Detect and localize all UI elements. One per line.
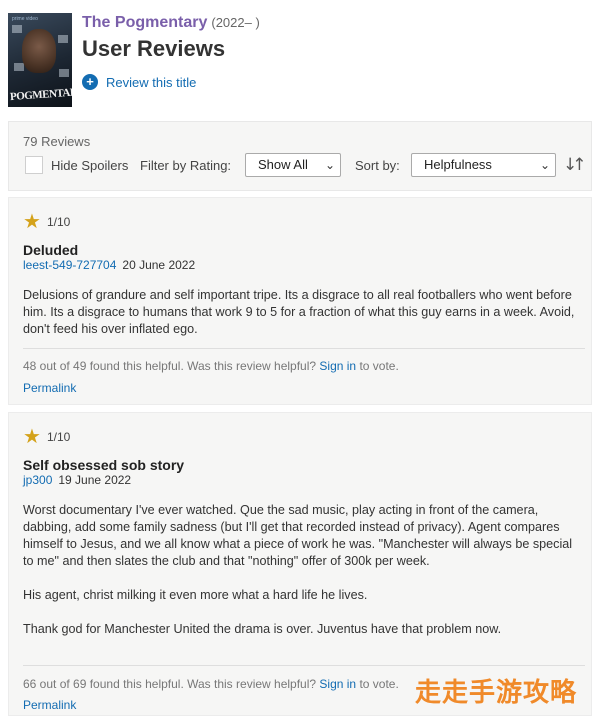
review-card: ★ 1/10 Deluded leest-549-727704 20 June 2… — [8, 197, 592, 405]
review-body: Delusions of grandure and self important… — [23, 287, 583, 355]
filter-panel: 79 Reviews Hide Spoilers Filter by Ratin… — [8, 121, 592, 191]
permalink-link[interactable]: Permalink — [23, 381, 76, 395]
review-paragraph: Worst documentary I've ever watched. Que… — [23, 503, 573, 568]
sort-direction-icon[interactable]: ↓↑ — [563, 155, 586, 175]
review-paragraph: Delusions of grandure and self important… — [23, 288, 575, 336]
filter-by-rating-label: Filter by Rating: — [140, 158, 232, 173]
poster-title: POGMENTARY — [9, 85, 72, 104]
show-title-link[interactable]: The Pogmentary (2022– ) — [82, 14, 260, 32]
poster-tile — [12, 25, 22, 33]
review-count: 79 Reviews — [23, 134, 91, 149]
hide-spoilers-checkbox[interactable] — [25, 156, 43, 174]
helpful-prefix: 66 out of 69 found this helpful. Was thi… — [23, 677, 317, 691]
sort-by-label: Sort by: — [355, 158, 400, 173]
hide-spoilers-label[interactable]: Hide Spoilers — [51, 158, 128, 173]
show-years: (2022– ) — [211, 15, 260, 30]
helpful-text: 66 out of 69 found this helpful. Was thi… — [23, 677, 399, 691]
poster-tile — [58, 35, 68, 43]
review-title[interactable]: Deluded — [23, 242, 78, 258]
permalink-link[interactable]: Permalink — [23, 698, 76, 712]
rating-filter-value: Show All — [258, 157, 308, 172]
review-date: 20 June 2022 — [122, 258, 196, 272]
chevron-down-icon: ⌄ — [324, 158, 335, 172]
review-date: 19 June 2022 — [58, 473, 132, 487]
rating-filter-select[interactable]: Show All ⌄ — [245, 153, 341, 177]
sign-in-link[interactable]: Sign in — [319, 677, 356, 691]
review-this-title-button[interactable]: + Review this title — [82, 74, 196, 90]
watermark: 走走手游攻略 — [415, 678, 578, 708]
review-this-title-label[interactable]: Review this title — [106, 75, 196, 90]
show-title[interactable]: The Pogmentary — [82, 14, 207, 31]
page-title: User Reviews — [82, 36, 226, 61]
review-rating: ★ 1/10 — [23, 427, 70, 447]
poster-image[interactable]: prime video POGMENTARY — [8, 13, 72, 107]
review-paragraph: His agent, christ milking it even more w… — [23, 588, 368, 602]
review-rating: ★ 1/10 — [23, 212, 70, 232]
poster-portrait — [22, 29, 56, 73]
poster-tile — [14, 63, 24, 71]
review-title[interactable]: Self obsessed sob story — [23, 457, 184, 473]
review-body: Worst documentary I've ever watched. Que… — [23, 502, 583, 655]
rating-value: 1/10 — [46, 215, 71, 229]
chevron-down-icon: ⌄ — [539, 158, 550, 172]
sort-select[interactable]: Helpfulness ⌄ — [411, 153, 556, 177]
review-paragraph: Thank god for Manchester United the dram… — [23, 622, 502, 636]
divider — [23, 665, 585, 666]
rating-value: 1/10 — [46, 430, 71, 444]
helpful-suffix: to vote. — [359, 359, 399, 373]
poster-brand: prime video — [12, 16, 38, 22]
divider — [23, 348, 585, 349]
poster-tile — [59, 69, 69, 77]
sort-value: Helpfulness — [424, 157, 492, 172]
review-author[interactable]: jp300 — [23, 473, 52, 487]
star-icon: ★ — [23, 211, 41, 233]
star-icon: ★ — [23, 426, 41, 448]
helpful-suffix: to vote. — [359, 677, 399, 691]
helpful-prefix: 48 out of 49 found this helpful. Was thi… — [23, 359, 317, 373]
review-meta: jp300 19 June 2022 — [23, 473, 131, 487]
plus-circle-icon[interactable]: + — [82, 74, 98, 90]
review-author[interactable]: leest-549-727704 — [23, 258, 116, 272]
sign-in-link[interactable]: Sign in — [319, 359, 356, 373]
review-card: ★ 1/10 Self obsessed sob story jp300 19 J… — [8, 412, 592, 716]
helpful-text: 48 out of 49 found this helpful. Was thi… — [23, 359, 399, 373]
review-meta: leest-549-727704 20 June 2022 — [23, 258, 195, 272]
